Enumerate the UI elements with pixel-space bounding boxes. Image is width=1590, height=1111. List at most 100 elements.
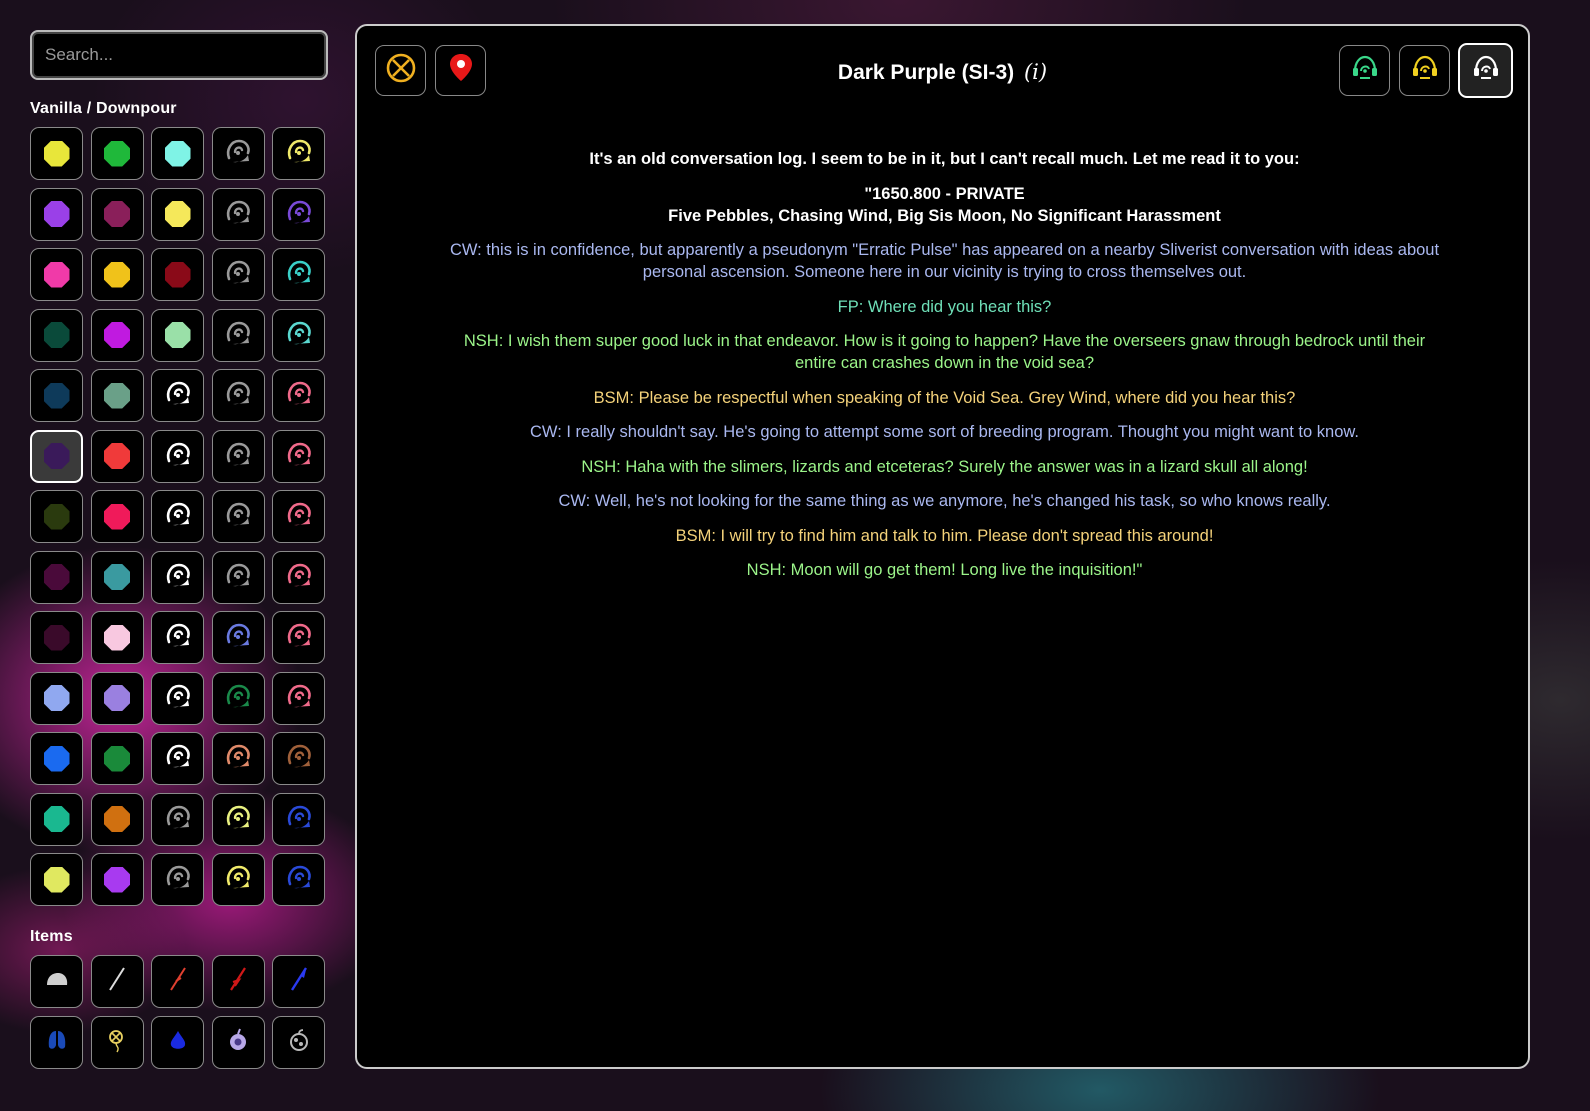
pearl-tile[interactable] xyxy=(90,369,144,422)
scavenger-tile[interactable] xyxy=(211,792,265,846)
rock-item[interactable] xyxy=(30,955,83,1008)
pearl-tile[interactable] xyxy=(90,792,144,846)
pearl-icon xyxy=(104,685,130,711)
pearl-tile[interactable] xyxy=(30,792,83,846)
scavenger-green-button[interactable] xyxy=(1339,45,1390,96)
pearl-tile[interactable] xyxy=(151,127,204,180)
scavenger-icon xyxy=(163,862,193,897)
scavenger-tile[interactable] xyxy=(272,490,325,543)
scavenger-tile[interactable] xyxy=(151,550,204,604)
scavenger-icon xyxy=(284,802,314,837)
pearl-tile[interactable] xyxy=(90,732,144,785)
scavenger-tile[interactable] xyxy=(151,429,204,483)
scavenger-icon xyxy=(163,378,193,413)
electric-spear-item[interactable] xyxy=(272,955,325,1008)
pearl-tile[interactable] xyxy=(90,611,144,664)
scavenger-tile[interactable] xyxy=(211,732,265,785)
pearl-tile[interactable] xyxy=(90,429,144,483)
scavenger-tile[interactable] xyxy=(211,550,265,604)
explosive-spear-item[interactable] xyxy=(151,955,204,1008)
scavenger-tile[interactable] xyxy=(211,429,265,483)
scavenger-icon xyxy=(284,499,314,534)
scavenger-tile[interactable] xyxy=(272,248,325,301)
scavenger-tile[interactable] xyxy=(211,369,265,422)
fire-spear-item[interactable] xyxy=(211,955,265,1008)
scavenger-tile[interactable] xyxy=(151,369,204,422)
explosive-spear-icon xyxy=(163,964,193,999)
scavenger-tile[interactable] xyxy=(211,127,265,180)
pearl-tile[interactable] xyxy=(90,308,144,362)
scavenger-tile[interactable] xyxy=(151,671,204,725)
dialogue-line: Five Pebbles, Chasing Wind, Big Sis Moon… xyxy=(668,206,1221,225)
scavenger-tile[interactable] xyxy=(272,127,325,180)
pearl-tile[interactable] xyxy=(90,248,144,301)
pearl-tile[interactable] xyxy=(90,490,144,543)
search-input[interactable] xyxy=(30,30,328,80)
pearl-tile[interactable] xyxy=(30,187,83,241)
pearl-tile[interactable] xyxy=(30,248,83,301)
pearl-tile[interactable] xyxy=(90,671,144,725)
pearl-tile[interactable] xyxy=(90,550,144,604)
droplet-icon xyxy=(163,1025,193,1060)
pearl-tile[interactable] xyxy=(151,308,204,362)
pearl-tile[interactable] xyxy=(30,369,83,422)
scavenger-tile[interactable] xyxy=(272,671,325,725)
scavenger-tile[interactable] xyxy=(211,490,265,543)
pearl-tile[interactable] xyxy=(30,490,83,543)
pearl-tile[interactable] xyxy=(30,611,83,664)
scavenger-icon xyxy=(163,499,193,534)
pearl-icon xyxy=(43,806,70,832)
pearl-tile[interactable] xyxy=(30,429,83,483)
dialogue-line: NSH: Moon will go get them! Long live th… xyxy=(746,561,1143,579)
scavenger-tile[interactable] xyxy=(272,308,325,362)
scavenger-tile[interactable] xyxy=(272,611,325,664)
scavenger-tile[interactable] xyxy=(151,792,204,846)
scavenger-tile[interactable] xyxy=(272,732,325,785)
pearl-icon xyxy=(104,140,130,167)
neuron-item[interactable] xyxy=(211,1015,265,1069)
scavenger-tile[interactable] xyxy=(151,611,204,664)
scavenger-icon xyxy=(284,439,314,474)
pearl-tile[interactable] xyxy=(30,550,83,604)
scavenger-tile[interactable] xyxy=(151,490,204,543)
scavenger-tile[interactable] xyxy=(272,429,325,483)
pearl-icon xyxy=(43,201,70,227)
droplet-item[interactable] xyxy=(151,1015,204,1069)
pearl-tile[interactable] xyxy=(30,308,83,362)
pearl-tile[interactable] xyxy=(30,671,83,725)
scavenger-tile[interactable] xyxy=(272,792,325,846)
pearl-tile[interactable] xyxy=(90,853,144,906)
pearl-tile[interactable] xyxy=(151,187,204,241)
pearl-tile[interactable] xyxy=(151,248,204,301)
scavenger-tile[interactable] xyxy=(272,853,325,906)
pearl-tile[interactable] xyxy=(30,853,83,906)
scavenger-white-button[interactable] xyxy=(1458,43,1513,98)
pearl-tile[interactable] xyxy=(90,187,144,241)
scavenger-icon xyxy=(223,439,253,474)
pearl-tile[interactable] xyxy=(30,732,83,785)
scavenger-icon xyxy=(163,560,193,595)
scavenger-tile[interactable] xyxy=(211,308,265,362)
scavenger-tile[interactable] xyxy=(211,853,265,906)
scavenger-icon xyxy=(284,318,314,353)
scavenger-yellow-button[interactable] xyxy=(1399,45,1450,96)
spear-item[interactable] xyxy=(90,955,144,1008)
pearl-tile[interactable] xyxy=(90,127,144,180)
pearl-icon xyxy=(43,261,70,288)
scavenger-icon xyxy=(223,802,253,837)
scavenger-tile[interactable] xyxy=(151,853,204,906)
scavenger-tile[interactable] xyxy=(151,732,204,785)
info-icon[interactable]: (𝑖) xyxy=(1024,60,1047,84)
pearl-tile[interactable] xyxy=(30,127,83,180)
scavenger-tile[interactable] xyxy=(272,187,325,241)
scavenger-tile[interactable] xyxy=(211,248,265,301)
scavenger-tile[interactable] xyxy=(272,550,325,604)
scavenger-tile[interactable] xyxy=(211,671,265,725)
lungs-item[interactable] xyxy=(30,1015,83,1069)
iterator-symbol-item[interactable] xyxy=(90,1015,144,1069)
scavenger-tile[interactable] xyxy=(272,369,325,422)
bubble-fruit-item[interactable] xyxy=(272,1015,325,1069)
scavenger-tile[interactable] xyxy=(211,187,265,241)
scavenger-tile[interactable] xyxy=(211,611,265,664)
pearl-icon xyxy=(104,503,130,530)
